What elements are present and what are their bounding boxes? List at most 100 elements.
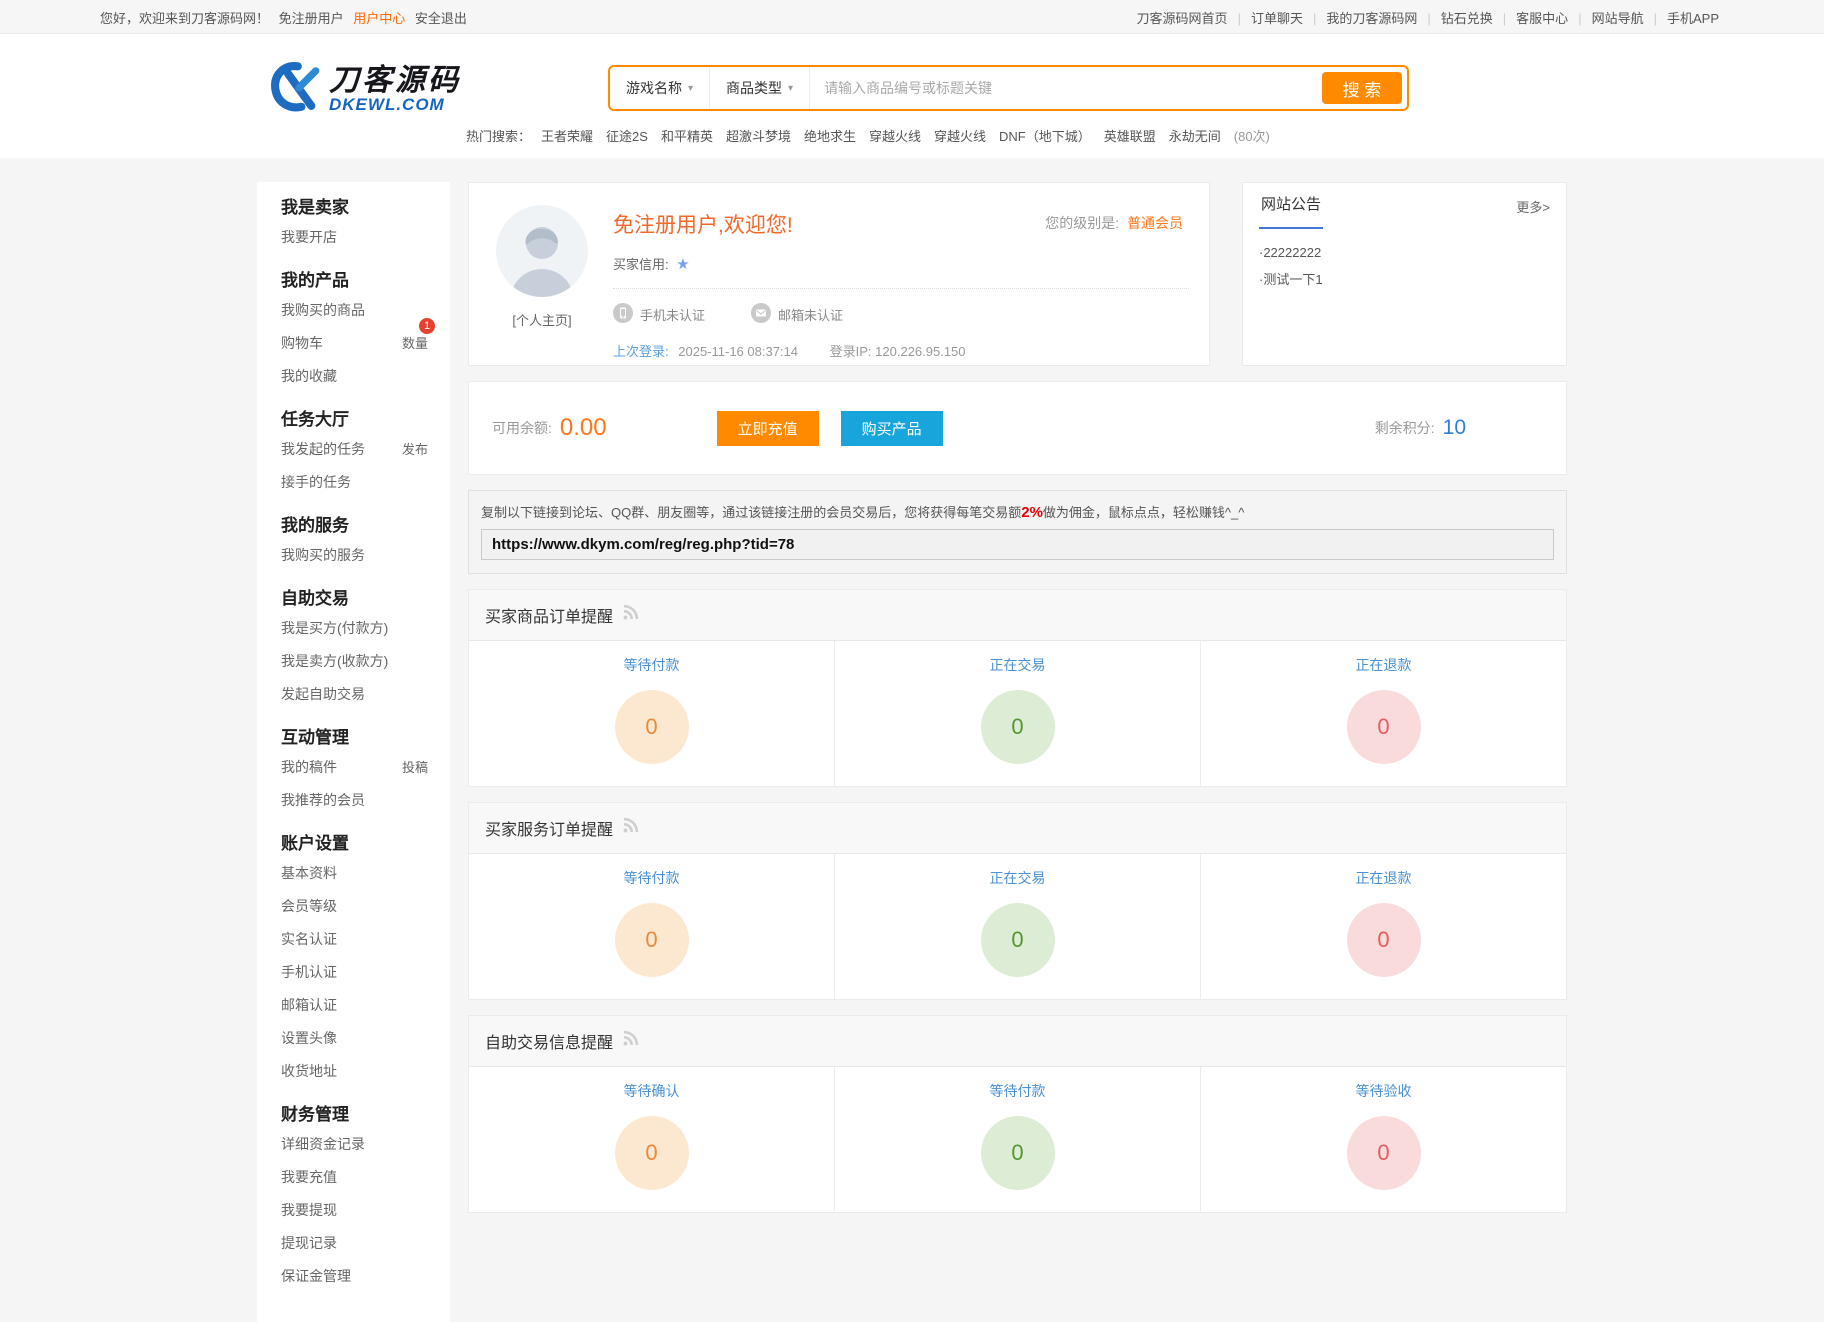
sidebar-item[interactable]: 手机认证: [281, 955, 450, 988]
sidebar-item[interactable]: 发起自助交易: [281, 677, 450, 710]
sidebar-item[interactable]: 保证金管理: [281, 1259, 450, 1292]
hot-search-keyword[interactable]: 绝地求生: [804, 129, 856, 144]
topbar-link[interactable]: 网站导航: [1592, 11, 1644, 26]
order-status-link[interactable]: 等待付款: [835, 1081, 1200, 1101]
buy-product-button[interactable]: 购买产品: [841, 411, 943, 446]
sidebar-item[interactable]: 我推荐的会员: [281, 783, 450, 816]
avatar[interactable]: [496, 284, 588, 301]
sidebar-section-title: 互动管理: [281, 726, 450, 750]
sidebar-section-title: 任务大厅: [281, 408, 450, 432]
order-column: 正在交易 0: [834, 641, 1200, 786]
sidebar-item[interactable]: 我的稿件投稿: [281, 750, 450, 783]
member-level-value[interactable]: 普通会员: [1127, 215, 1183, 231]
sidebar-item[interactable]: 会员等级: [281, 889, 450, 922]
sidebar-item[interactable]: 提现记录: [281, 1226, 450, 1259]
announcement-more-link[interactable]: 更多>: [1516, 197, 1550, 216]
hot-search-keyword[interactable]: 征途2S: [606, 129, 648, 144]
order-column: 等待付款 0: [469, 641, 834, 786]
order-column: 正在交易 0: [834, 854, 1200, 999]
order-status-link[interactable]: 等待确认: [469, 1081, 834, 1101]
email-cert-status[interactable]: 邮箱未认证: [751, 303, 843, 326]
sidebar-item[interactable]: 邮箱认证: [281, 988, 450, 1021]
sidebar-item[interactable]: 详细资金记录: [281, 1127, 450, 1160]
sidebar-item-label: 我的收藏: [281, 366, 337, 386]
order-status-link[interactable]: 等待付款: [469, 868, 834, 888]
order-status-link[interactable]: 等待验收: [1201, 1081, 1566, 1101]
sidebar-item-extra[interactable]: 发布: [402, 439, 428, 458]
referral-url-box[interactable]: https://www.dkym.com/reg/reg.php?tid=78: [481, 529, 1554, 560]
sidebar-section-title: 自助交易: [281, 587, 450, 611]
hot-search-keyword[interactable]: 永劫无间: [1169, 129, 1221, 144]
sidebar-item[interactable]: 我要开店: [281, 220, 450, 253]
last-login-label[interactable]: 上次登录:: [613, 344, 669, 359]
hot-search-keyword[interactable]: DNF（地下城）: [999, 129, 1091, 144]
logout-link[interactable]: 安全退出: [415, 11, 467, 26]
sidebar-item[interactable]: 收货地址: [281, 1054, 450, 1087]
sidebar-item-extra[interactable]: 投稿: [402, 757, 428, 776]
order-status-link[interactable]: 正在退款: [1201, 868, 1566, 888]
sidebar-item[interactable]: 我是卖方(收款方): [281, 644, 450, 677]
search-input[interactable]: [810, 67, 1317, 109]
topbar-links: 刀客源码网首页|订单聊天|我的刀客源码网|钻石兑换|客服中心|网站导航|手机AP…: [1137, 8, 1719, 27]
separator: |: [1503, 11, 1506, 26]
product-type-dropdown[interactable]: 商品类型 ▾: [710, 67, 810, 109]
hot-search-keyword[interactable]: 王者荣耀: [541, 129, 593, 144]
phone-cert-status[interactable]: 手机未认证: [613, 303, 705, 326]
sidebar-item-label: 设置头像: [281, 1028, 337, 1048]
profile-home-link[interactable]: [个人主页]: [512, 310, 571, 329]
recharge-button[interactable]: 立即充值: [717, 411, 819, 446]
sidebar-item[interactable]: 购物车数量1: [281, 326, 450, 359]
hot-search-keyword[interactable]: 英雄联盟: [1104, 129, 1156, 144]
topbar-link[interactable]: 订单聊天: [1251, 11, 1303, 26]
sidebar-item[interactable]: 我的收藏: [281, 359, 450, 392]
announcement-item[interactable]: ·22222222: [1259, 239, 1550, 266]
order-column: 正在退款 0: [1200, 854, 1566, 999]
topbar-link[interactable]: 手机APP: [1667, 11, 1719, 26]
topbar-link[interactable]: 钻石兑换: [1441, 11, 1493, 26]
referral-panel: 复制以下链接到论坛、QQ群、朋友圈等，通过该链接注册的会员交易后，您将获得每笔交…: [468, 490, 1567, 574]
register-user-link[interactable]: 免注册用户: [279, 11, 344, 26]
hot-search-keyword[interactable]: 超激斗梦境: [726, 129, 791, 144]
login-ip-value: 120.226.95.150: [875, 344, 965, 359]
sidebar-item[interactable]: 基本资料: [281, 856, 450, 889]
last-login-time: 2025-11-16 08:37:14: [678, 344, 798, 359]
order-column: 正在退款 0: [1200, 641, 1566, 786]
game-name-dropdown-label: 游戏名称: [626, 78, 682, 98]
self-trade-info-section: 自助交易信息提醒 等待确认 0 等待付款 0 等待验收: [468, 1015, 1567, 1213]
sidebar-item[interactable]: 设置头像: [281, 1021, 450, 1054]
sidebar-item[interactable]: 我要充值: [281, 1160, 450, 1193]
sidebar-item[interactable]: 我发起的任务发布: [281, 432, 450, 465]
sidebar-item[interactable]: 接手的任务: [281, 465, 450, 498]
sidebar-item[interactable]: 我是买方(付款方): [281, 611, 450, 644]
points-label: 剩余积分:: [1375, 418, 1435, 438]
hot-search-keyword[interactable]: 穿越火线: [869, 129, 921, 144]
sidebar-item-label: 接手的任务: [281, 472, 351, 492]
sidebar-item[interactable]: 我购买的服务: [281, 538, 450, 571]
order-status-link[interactable]: 正在交易: [835, 655, 1200, 675]
announcement-item[interactable]: ·测试一下1: [1259, 266, 1550, 293]
greeting-text: 您好，欢迎来到刀客源码网！: [100, 11, 269, 26]
site-logo[interactable]: 刀客源码 DKEWL.COM: [269, 60, 461, 119]
rss-icon: [621, 817, 639, 840]
search-box: 游戏名称 ▾ 商品类型 ▾ 搜 索: [608, 65, 1409, 111]
sidebar-item-label: 我是买方(付款方): [281, 618, 388, 638]
order-status-link[interactable]: 正在退款: [1201, 655, 1566, 675]
user-center-link[interactable]: 用户中心: [353, 11, 405, 26]
hot-search-keyword[interactable]: 穿越火线: [934, 129, 986, 144]
hot-search-keyword[interactable]: 和平精英: [661, 129, 713, 144]
order-status-link[interactable]: 正在交易: [835, 868, 1200, 888]
hot-search-keywords: 王者荣耀征途2S和平精英超激斗梦境绝地求生穿越火线穿越火线DNF（地下城）英雄联…: [541, 129, 1234, 144]
announcement-panel: 网站公告 更多> ·22222222 ·测试一下1: [1242, 182, 1567, 366]
sidebar-item[interactable]: 实名认证: [281, 922, 450, 955]
separator: |: [1313, 11, 1316, 26]
topbar-link[interactable]: 我的刀客源码网: [1326, 11, 1417, 26]
topbar-link[interactable]: 客服中心: [1516, 11, 1568, 26]
sidebar-item-label: 我推荐的会员: [281, 790, 365, 810]
game-name-dropdown[interactable]: 游戏名称 ▾: [610, 67, 710, 109]
topbar-link[interactable]: 刀客源码网首页: [1137, 11, 1228, 26]
sidebar-item-extra[interactable]: 数量1: [402, 333, 428, 352]
sidebar-item[interactable]: 我要提现: [281, 1193, 450, 1226]
referral-text-before: 复制以下链接到论坛、QQ群、朋友圈等，通过该链接注册的会员交易后，您将获得每笔交…: [481, 505, 1021, 520]
search-button[interactable]: 搜 索: [1322, 72, 1402, 104]
order-status-link[interactable]: 等待付款: [469, 655, 834, 675]
